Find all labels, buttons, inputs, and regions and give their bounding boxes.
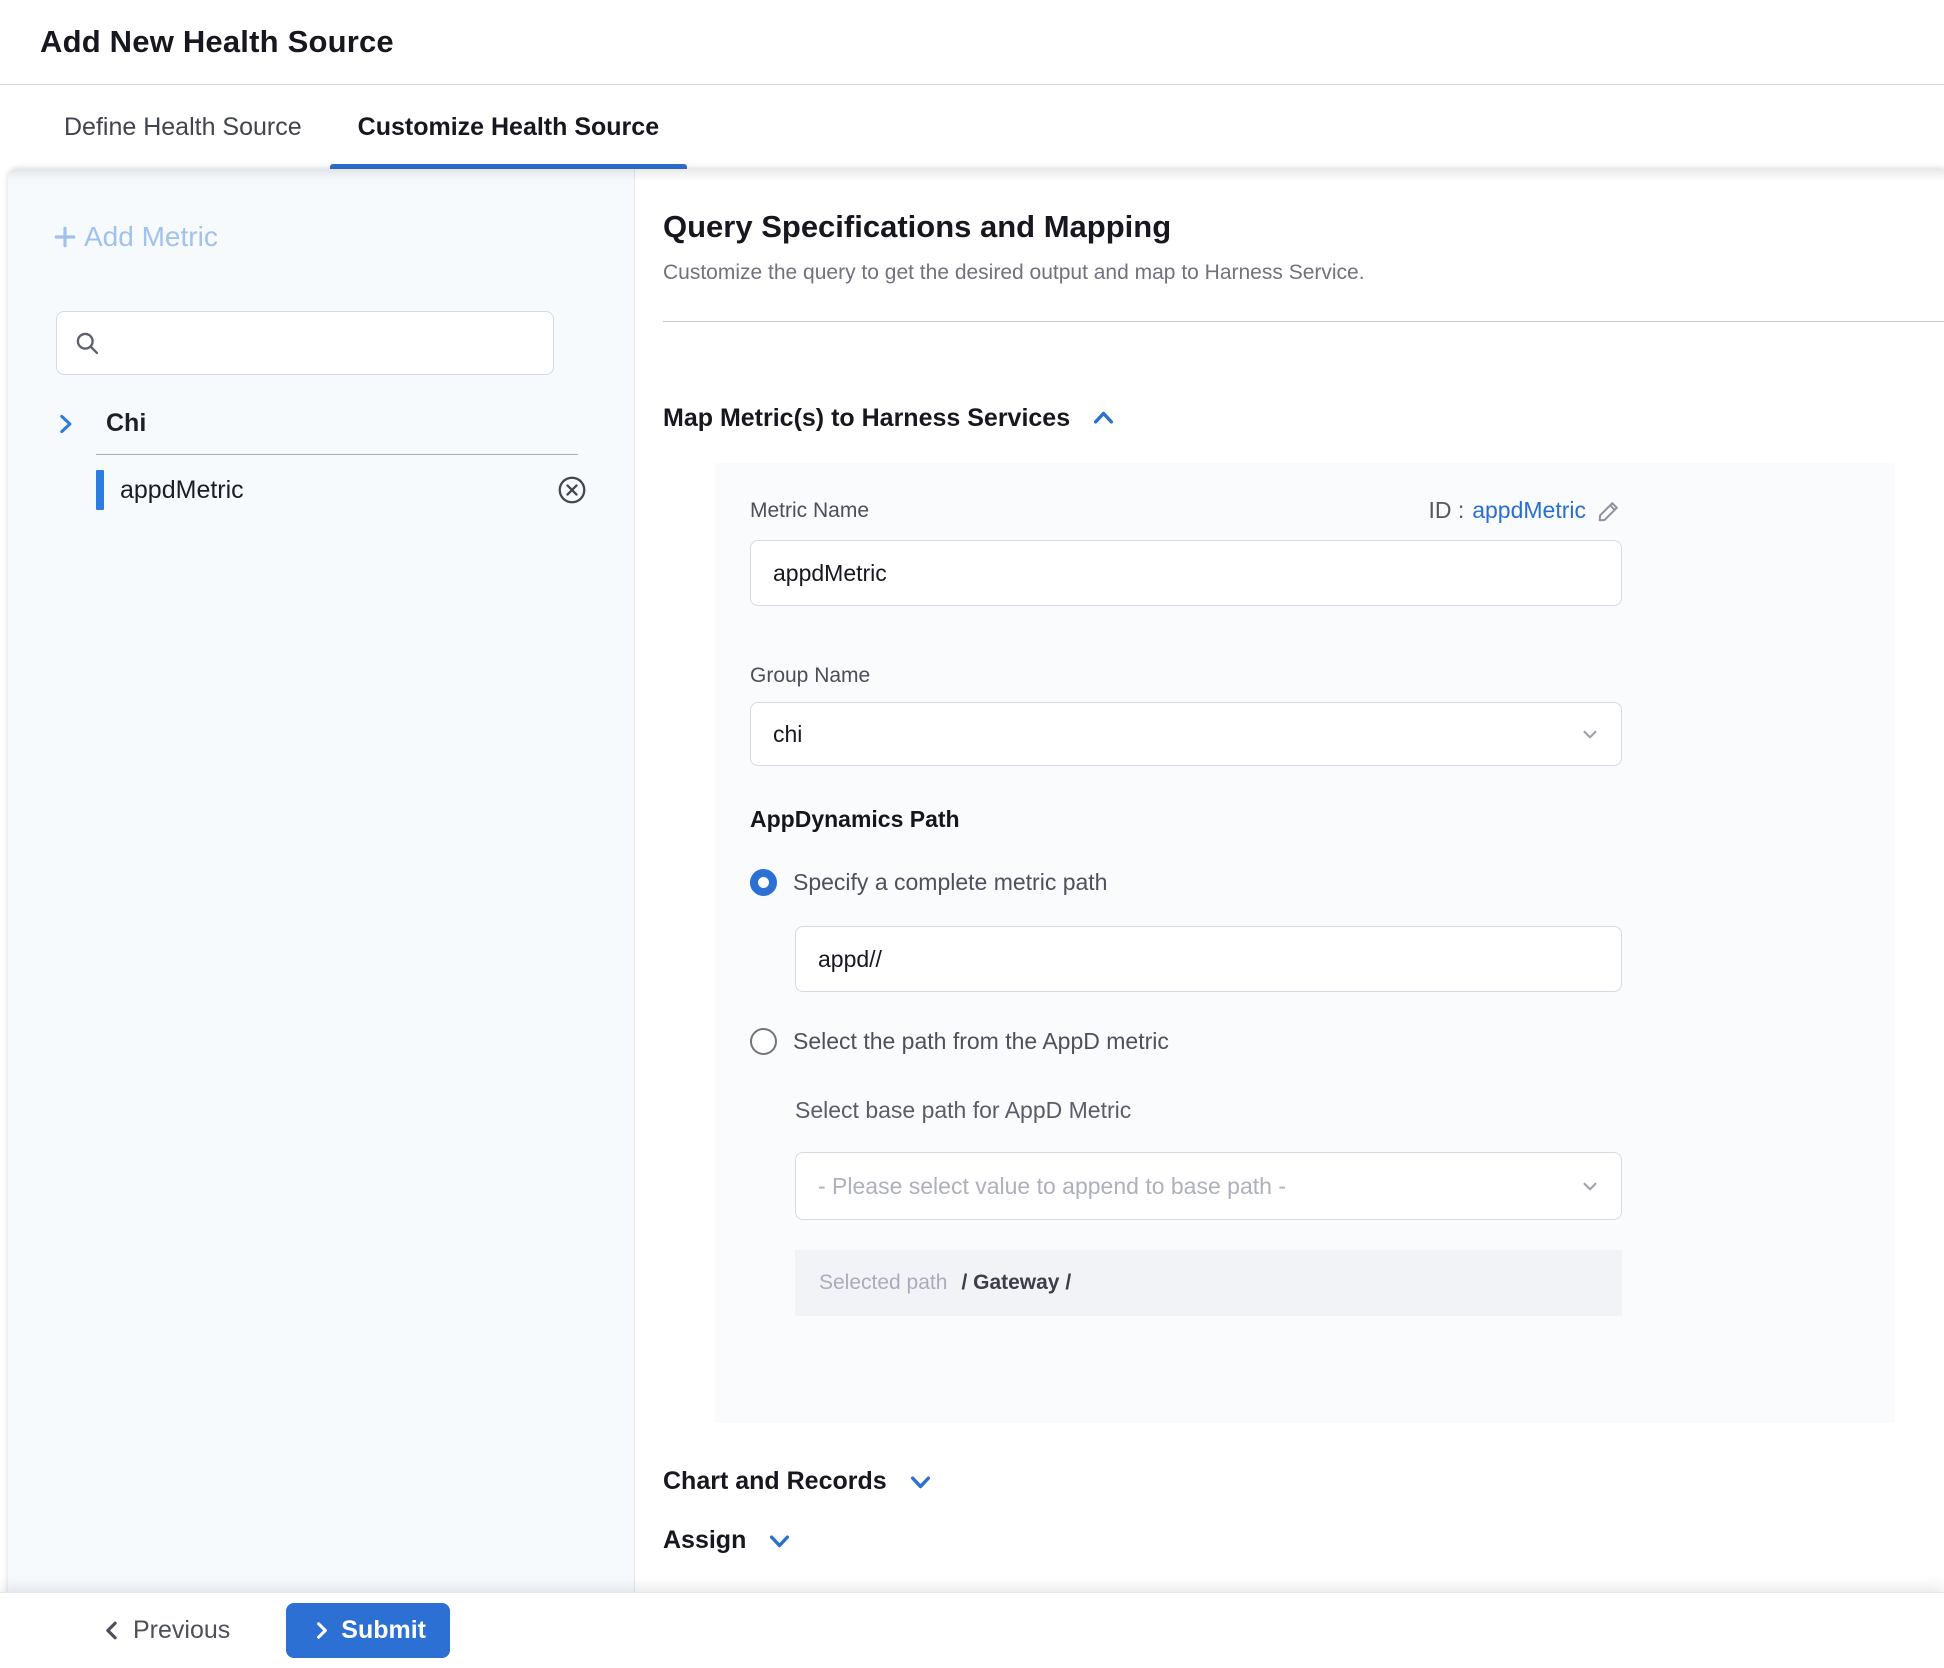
selected-path-value: / Gateway / (961, 1271, 1071, 1295)
radio-selected-icon[interactable] (750, 869, 777, 896)
metric-group-chi[interactable]: Chi (52, 409, 634, 438)
metric-name-input[interactable] (750, 540, 1622, 606)
assign-title: Assign (663, 1526, 746, 1555)
assign-section-header[interactable]: Assign (663, 1526, 793, 1555)
metric-search-input[interactable] (113, 330, 537, 357)
sidebar-divider (96, 454, 578, 455)
content-card: Add Metric Chi appdMetric (8, 169, 1944, 1668)
plus-icon (50, 222, 80, 252)
add-metric-button[interactable]: Add Metric (50, 221, 218, 253)
chevron-down-icon (1577, 1173, 1603, 1199)
id-value-link[interactable]: appdMetric (1472, 497, 1586, 524)
selected-indicator-bar (96, 470, 104, 510)
metric-group-label: Chi (106, 409, 146, 438)
dialog-footer: Previous Submit (0, 1592, 1944, 1668)
chevron-down-icon (766, 1527, 793, 1554)
metrics-sidebar: Add Metric Chi appdMetric (8, 169, 635, 1592)
chevron-left-icon (100, 1618, 125, 1643)
base-path-placeholder: - Please select value to append to base … (818, 1173, 1286, 1200)
chevron-down-icon (907, 1468, 934, 1495)
page-subtitle: Customize the query to get the desired o… (663, 261, 1944, 285)
previous-button-label: Previous (133, 1616, 230, 1645)
metric-item-appdmetric[interactable]: appdMetric (96, 467, 588, 513)
selected-path-label: Selected path (819, 1271, 947, 1295)
remove-metric-button[interactable] (556, 474, 588, 506)
radio-unselected-icon[interactable] (750, 1028, 777, 1055)
submit-button-label: Submit (341, 1616, 426, 1645)
chart-and-records-section-header[interactable]: Chart and Records (663, 1467, 934, 1496)
heading-divider (663, 321, 1944, 322)
add-metric-label: Add Metric (84, 221, 218, 253)
id-label: ID : (1428, 497, 1464, 524)
query-specifications-pane: Query Specifications and Mapping Customi… (635, 169, 1944, 1592)
group-name-label: Group Name (750, 664, 1895, 688)
tab-define-health-source[interactable]: Define Health Source (36, 86, 330, 169)
group-name-value: chi (773, 721, 802, 748)
chevron-up-icon (1090, 405, 1117, 432)
page-title: Query Specifications and Mapping (663, 209, 1944, 245)
metric-mapping-panel: Metric Name ID : appdMetric Group Name c… (715, 463, 1895, 1423)
chevron-down-icon (1577, 721, 1603, 747)
radio-complete-metric-path-label: Specify a complete metric path (793, 869, 1107, 896)
tab-customize-health-source[interactable]: Customize Health Source (330, 86, 687, 169)
chart-and-records-title: Chart and Records (663, 1467, 887, 1496)
metric-path-input[interactable] (795, 926, 1622, 992)
group-name-select[interactable]: chi (750, 702, 1622, 766)
radio-complete-metric-path[interactable]: Specify a complete metric path (750, 869, 1107, 896)
circle-x-icon (556, 474, 588, 506)
dialog-header: Add New Health Source (0, 0, 1944, 85)
submit-button[interactable]: Submit (286, 1603, 450, 1658)
previous-button[interactable]: Previous (100, 1616, 230, 1645)
radio-select-appd-path-label: Select the path from the AppD metric (793, 1028, 1169, 1055)
metric-search-box[interactable] (56, 311, 554, 375)
base-path-select[interactable]: - Please select value to append to base … (795, 1152, 1622, 1220)
metric-item-label: appdMetric (120, 476, 556, 505)
dialog-title: Add New Health Source (40, 24, 394, 60)
search-icon (73, 329, 101, 357)
chevron-right-icon (310, 1619, 333, 1642)
chevron-right-icon (52, 411, 78, 437)
pencil-icon (1596, 498, 1622, 524)
map-metrics-section-header[interactable]: Map Metric(s) to Harness Services (663, 404, 1117, 433)
tab-bar: Define Health Source Customize Health So… (0, 86, 1944, 169)
selected-path-display: Selected path / Gateway / (795, 1250, 1622, 1316)
appdynamics-path-heading: AppDynamics Path (750, 806, 1895, 833)
base-path-label: Select base path for AppD Metric (795, 1097, 1895, 1124)
map-metrics-section-title: Map Metric(s) to Harness Services (663, 404, 1070, 433)
radio-select-appd-path[interactable]: Select the path from the AppD metric (750, 1028, 1169, 1055)
metric-name-label: Metric Name (750, 499, 869, 523)
edit-id-button[interactable] (1596, 498, 1622, 524)
